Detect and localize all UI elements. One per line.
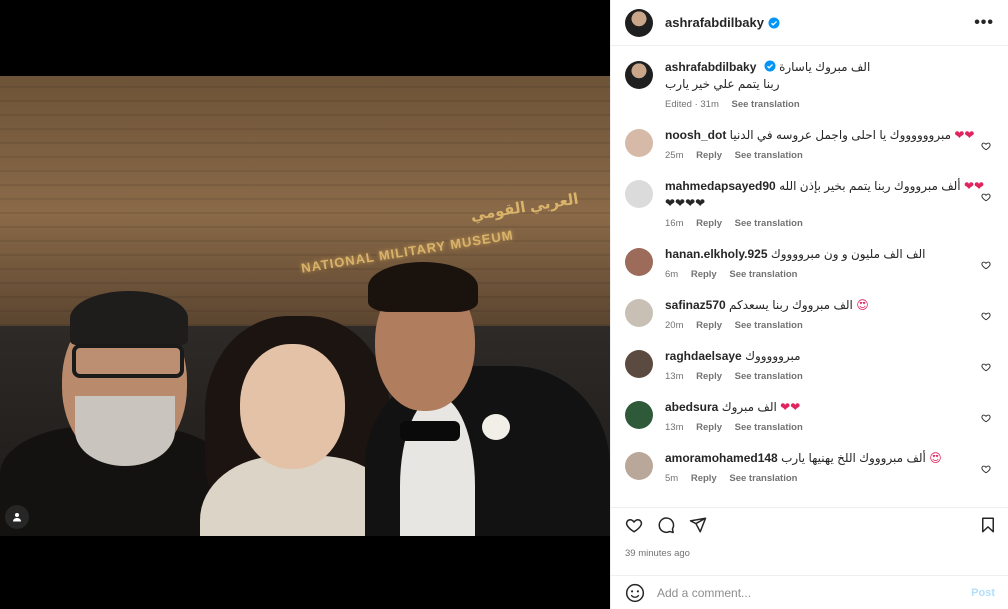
comment-time: 6m — [665, 269, 679, 280]
comment-row: noosh_dot مبرووووووك يا احلى واجمل عروسه… — [625, 127, 995, 161]
post-button[interactable]: Post — [971, 587, 995, 599]
emoji-icon[interactable] — [625, 583, 645, 603]
comment-like-heart-icon[interactable] — [981, 362, 991, 372]
reply-link[interactable]: Reply — [696, 422, 722, 433]
comment-row: hanan.elkholy.925 الف الف مليون و ون مبر… — [625, 246, 995, 280]
comment-row: abedsura الف مبروك ❤❤ 13m Reply See tran… — [625, 399, 995, 433]
comment-text: الف الف مليون و ون مبرووووك — [770, 247, 926, 261]
edited-label: Edited · 31m — [665, 99, 719, 110]
comment-username[interactable]: mahmedapsayed90 — [665, 179, 776, 193]
avatar[interactable] — [625, 452, 653, 480]
comment-time: 5m — [665, 473, 679, 484]
comments-list[interactable]: ashrafabdilbaky الف مبروك ياسارة ربنا يت… — [611, 47, 1008, 505]
comment-input[interactable] — [657, 585, 972, 600]
caption-text-line2: ربنا يتمم علي خير يارب — [665, 77, 780, 91]
verified-badge-icon — [764, 60, 776, 72]
post-photo[interactable]: العربي القومي NATIONAL MILITARY MUSEUM — [0, 76, 610, 536]
comment-text: الف مبروك — [721, 400, 777, 414]
comment-text: ألف مبروووك ربنا يتمم بخير بإذن الله — [779, 179, 961, 193]
post-header: ashrafabdilbaky ••• — [611, 0, 1008, 46]
share-paper-plane-icon[interactable] — [689, 516, 707, 534]
comment-bubble-icon[interactable] — [657, 516, 675, 534]
groom-hair — [368, 262, 478, 312]
comment-text: مبرووووووك يا احلى واجمل عروسه في الدنيا — [729, 128, 952, 142]
avatar[interactable] — [625, 401, 653, 429]
see-translation-link[interactable]: See translation — [729, 269, 797, 280]
boutonniere — [482, 414, 510, 440]
comment-row: safinaz570 الف مبرووك ربنا يسعدكم 😍 20m … — [625, 297, 995, 331]
tagged-user-icon[interactable] — [5, 505, 29, 529]
comment-text: الف مبرووك ربنا يسعدكم — [729, 298, 853, 312]
comment-like-heart-icon[interactable] — [981, 192, 991, 202]
comment-emoji: ❤❤ — [963, 179, 985, 193]
comment-text: مبروووووك — [745, 349, 801, 363]
comment-emoji: 😍 — [856, 298, 869, 312]
avatar[interactable] — [625, 8, 653, 37]
man-left-beard — [75, 396, 175, 466]
comment-row: raghdaelsaye مبروووووك 13m Reply See tra… — [625, 348, 995, 382]
comment-username[interactable]: raghdaelsaye — [665, 349, 742, 363]
comment-time: 13m — [665, 371, 684, 382]
comment-like-heart-icon[interactable] — [981, 464, 991, 474]
avatar[interactable] — [625, 180, 653, 208]
man-left-cap — [70, 291, 188, 346]
save-bookmark-icon[interactable] — [979, 516, 997, 534]
caption-username[interactable]: ashrafabdilbaky — [665, 60, 756, 74]
verified-badge-icon — [768, 17, 780, 28]
avatar[interactable] — [625, 248, 653, 276]
comment-emoji: ❤❤ — [954, 128, 975, 142]
comment-time: 16m — [665, 218, 684, 229]
see-translation-link[interactable]: See translation — [732, 99, 800, 110]
comment-row: amoramohamed148 ألف مبروووك اللخ يهنيها … — [625, 450, 995, 484]
comment-username[interactable]: safinaz570 — [665, 298, 726, 312]
reply-link[interactable]: Reply — [696, 320, 722, 331]
comment-row: mahmedapsayed90 ألف مبروووك ربنا يتمم بخ… — [625, 178, 995, 229]
comment-emoji: 😍 — [929, 451, 942, 465]
comment-like-heart-icon[interactable] — [981, 141, 991, 151]
add-comment-bar: Post — [611, 575, 1008, 609]
action-bar — [611, 507, 1008, 541]
reply-link[interactable]: Reply — [696, 371, 722, 382]
caption-text-line1: الف مبروك ياسارة — [779, 60, 871, 74]
reply-link[interactable]: Reply — [696, 150, 722, 161]
comment-emoji-extra: ❤❤❤❤ — [665, 196, 706, 210]
reply-link[interactable]: Reply — [691, 473, 717, 484]
man-left-glasses — [72, 344, 184, 378]
see-translation-link[interactable]: See translation — [735, 371, 803, 382]
comment-text: ألف مبروووك اللخ يهنيها يارب — [781, 451, 926, 465]
bride-head — [240, 344, 345, 469]
comment-like-heart-icon[interactable] — [981, 311, 991, 321]
comment-time: 25m — [665, 150, 684, 161]
comment-username[interactable]: noosh_dot — [665, 128, 726, 142]
avatar[interactable] — [625, 350, 653, 378]
see-translation-link[interactable]: See translation — [735, 150, 803, 161]
like-heart-icon[interactable] — [625, 516, 643, 534]
comment-username[interactable]: amoramohamed148 — [665, 451, 778, 465]
see-translation-link[interactable]: See translation — [735, 422, 803, 433]
post-media: العربي القومي NATIONAL MILITARY MUSEUM — [0, 0, 610, 609]
reply-link[interactable]: Reply — [691, 269, 717, 280]
caption: ashrafabdilbaky الف مبروك ياسارة ربنا يت… — [625, 59, 995, 110]
comment-time: 13m — [665, 422, 684, 433]
see-translation-link[interactable]: See translation — [735, 218, 803, 229]
comment-username[interactable]: hanan.elkholy.925 — [665, 247, 768, 261]
comment-username[interactable]: abedsura — [665, 400, 718, 414]
header-username[interactable]: ashrafabdilbaky — [665, 15, 764, 30]
avatar[interactable] — [625, 61, 653, 89]
see-translation-link[interactable]: See translation — [735, 320, 803, 331]
post-panel: ashrafabdilbaky ••• ashrafabdilbaky الف … — [610, 0, 1008, 609]
comment-like-heart-icon[interactable] — [981, 413, 991, 423]
avatar[interactable] — [625, 299, 653, 327]
more-options-icon[interactable]: ••• — [974, 14, 994, 32]
post-timestamp: 39 minutes ago — [625, 548, 690, 559]
reply-link[interactable]: Reply — [696, 218, 722, 229]
see-translation-link[interactable]: See translation — [729, 473, 797, 484]
comment-time: 20m — [665, 320, 684, 331]
comment-emoji: ❤❤ — [780, 400, 801, 414]
comment-like-heart-icon[interactable] — [981, 260, 991, 270]
groom-bowtie — [400, 421, 460, 441]
avatar[interactable] — [625, 129, 653, 157]
